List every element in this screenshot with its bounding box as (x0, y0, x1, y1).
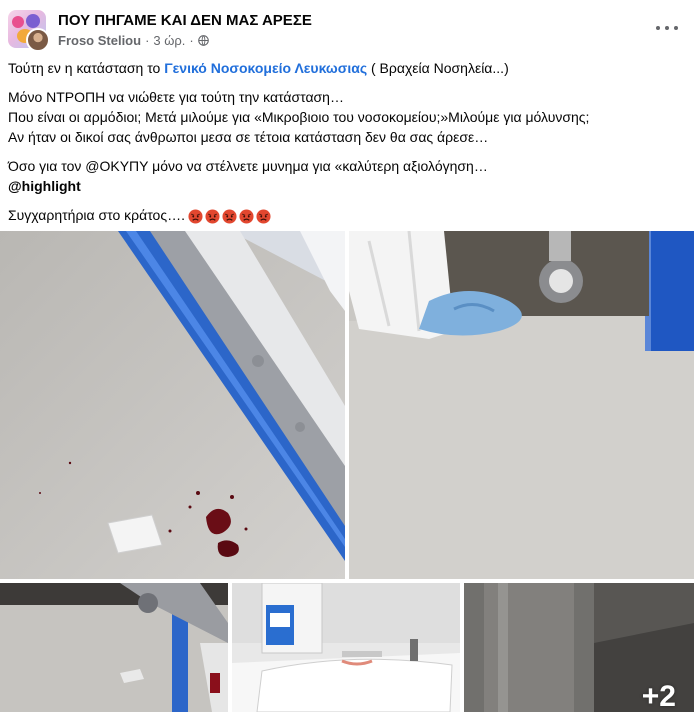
meta-separator: · (189, 33, 194, 48)
more-options-button[interactable] (656, 20, 678, 36)
angry-face-icon (222, 209, 237, 224)
angry-face-icon (239, 209, 254, 224)
globe-icon (197, 35, 209, 46)
photo-1-image (0, 231, 345, 579)
emoji-row (188, 209, 271, 224)
post-text-line: Συγχαρητήρια στο κράτος…. (8, 205, 688, 225)
angry-face-icon (256, 209, 271, 224)
photo-5[interactable]: +2 (464, 583, 694, 712)
angry-face-icon (188, 209, 203, 224)
post-text-line: Μόνο ΝΤΡΟΠΗ να νιώθετε για τούτη την κατ… (8, 89, 344, 105)
meta-separator: · (145, 33, 150, 48)
post-text-line: Όσο για τον @ΟΚΥΠΥ μόνο να στέλνετε μυνη… (8, 158, 488, 174)
author-name-link[interactable]: Froso Steliou (58, 33, 141, 48)
post-timestamp[interactable]: 3 ώρ. (153, 33, 185, 48)
post-text-line: Που είναι οι αρμόδιοι; Μετά μιλούμε για … (8, 109, 590, 125)
photo-3-image (0, 583, 228, 712)
photo-2[interactable] (349, 231, 694, 579)
highlight-mention[interactable]: @highlight (8, 178, 81, 194)
more-options-icon (656, 26, 660, 30)
angry-face-icon (205, 209, 220, 224)
photo-2-image (349, 231, 694, 579)
photo-4-image (232, 583, 460, 712)
photo-1[interactable] (0, 231, 345, 579)
post-header: ΠΟΥ ΠΗΓΑΜΕ ΚΑΙ ΔΕΝ ΜΑΣ ΑΡΕΣΕ Froso Steli… (0, 0, 694, 56)
photo-4[interactable] (232, 583, 460, 712)
post-body: Τούτη εν η κατάσταση το Γενικό Νοσοκομεί… (8, 58, 688, 225)
group-avatar-wrapper[interactable] (8, 10, 50, 52)
post-meta: Froso Steliou · 3 ώρ. · (58, 33, 209, 48)
photo-3[interactable] (0, 583, 228, 712)
post-text-line: Τούτη εν η κατάσταση το Γενικό Νοσοκομεί… (8, 60, 509, 76)
hospital-link[interactable]: Γενικό Νοσοκομείο Λευκωσιας (164, 60, 367, 76)
post-text-line: Αν ήταν οι δικοί σας άνθρωποι μεσα σε τέ… (8, 129, 489, 145)
group-name-link[interactable]: ΠΟΥ ΠΗΓΑΜΕ ΚΑΙ ΔΕΝ ΜΑΣ ΑΡΕΣΕ (58, 12, 312, 29)
more-photos-count[interactable]: +2 (642, 680, 676, 712)
author-avatar[interactable] (26, 28, 50, 52)
